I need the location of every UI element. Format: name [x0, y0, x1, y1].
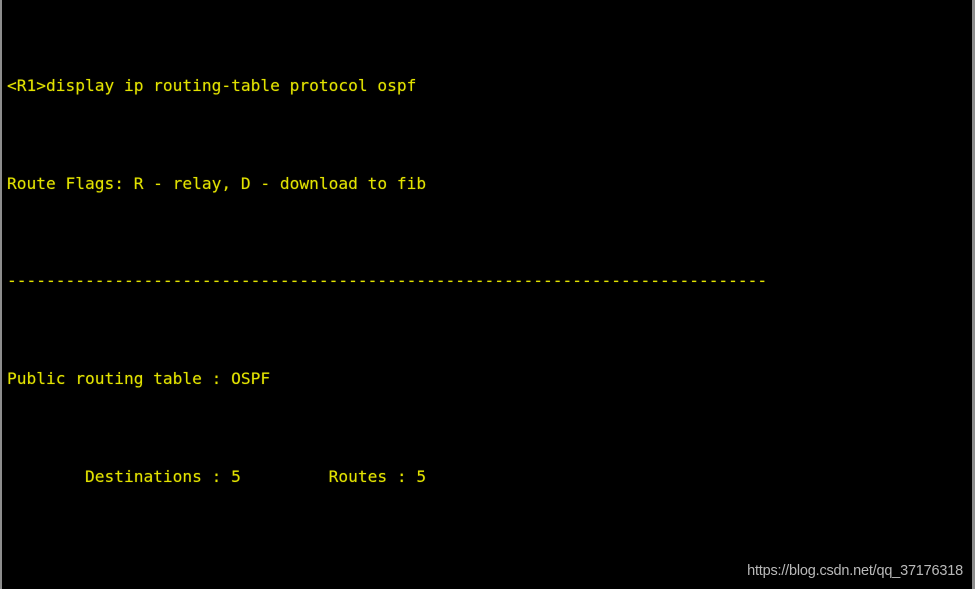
watermark-url: https://blog.csdn.net/qq_37176318	[747, 563, 963, 579]
public-routing-table-line: Public routing table : OSPF	[7, 369, 271, 389]
blank-line-1	[7, 562, 767, 586]
route-flags-line: Route Flags: R - relay, D - download to …	[7, 173, 427, 193]
public-summary-line: Destinations : 5 Routes : 5	[7, 466, 427, 486]
terminal-output[interactable]: <R1>display ip routing-table protocol os…	[2, 0, 767, 589]
separator-line: ----------------------------------------…	[7, 271, 768, 291]
terminal-window[interactable]: <R1>display ip routing-table protocol os…	[0, 0, 975, 589]
command-line: <R1>display ip routing-table protocol os…	[7, 76, 417, 96]
